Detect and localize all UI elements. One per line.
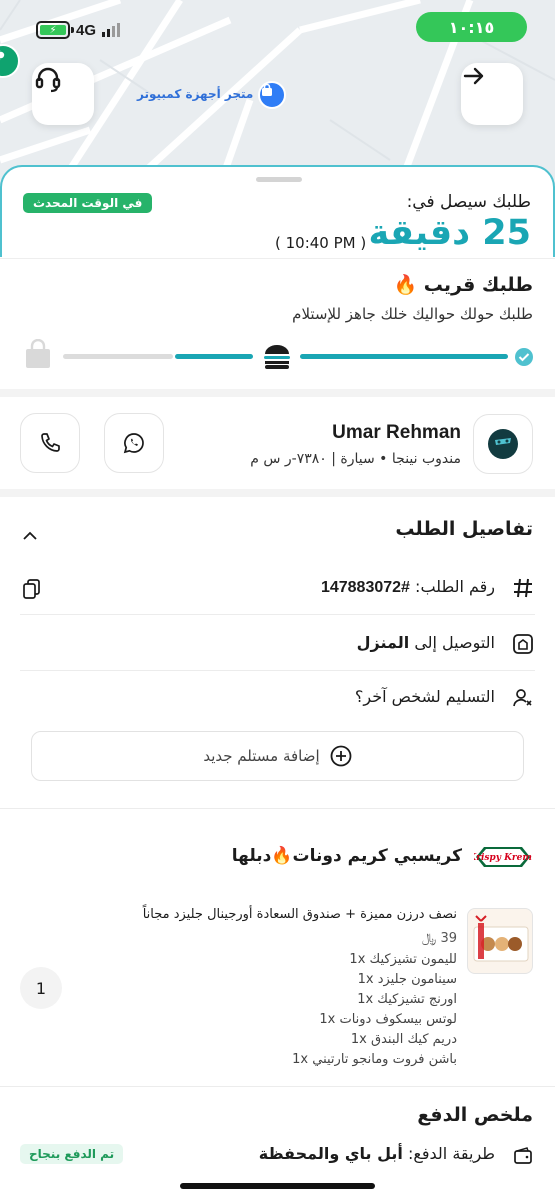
driver-avatar [473, 414, 533, 474]
map-store-label: متجر أجهزة كمبيوتر [137, 87, 254, 101]
section-divider [0, 808, 555, 809]
eta-card: طلبك سيصل في: 25 دقيقة ( 10:40 PM ) في ا… [0, 165, 555, 257]
eta-minutes: 25 دقيقة [368, 213, 532, 253]
person-swap-icon [511, 686, 535, 710]
progress-description: طلبك حولك حواليك خلك جاهز للإستلام [292, 305, 533, 323]
item-addon: دريم كيك البندق 1x [350, 1032, 457, 1047]
sheet-handle[interactable] [256, 177, 302, 182]
progress-track-pending [63, 354, 173, 359]
delivery-target: المنزل [356, 633, 410, 652]
store-pin-icon[interactable] [258, 81, 286, 109]
eta-subtitle: طلبك سيصل في: [406, 192, 531, 212]
payment-method-label: طريقة الدفع: [407, 1144, 495, 1163]
add-recipient-button[interactable]: إضافة مستلم جديد [31, 731, 524, 781]
row-divider [20, 670, 535, 671]
hash-icon [511, 576, 535, 600]
battery-icon: ⚡ [36, 21, 74, 39]
wallet-icon [511, 1144, 535, 1168]
order-progress-section: طلبك قريب 🔥 طلبك حولك حواليك خلك جاهز لل… [0, 258, 555, 388]
order-number-row: رقم الطلب: #147883072 [321, 577, 495, 597]
order-number: #147883072 [320, 579, 410, 596]
item-addon: اورنج تشيزكيك 1x [357, 992, 457, 1007]
delivery-label: التوصيل إلى [414, 633, 495, 652]
item-addon: سينامون جليزد 1x [357, 972, 457, 987]
section-divider [0, 1086, 555, 1087]
payment-summary-title: ملخص الدفع [417, 1104, 533, 1126]
restaurant-name: كريسبي كريم دونات🔥دبلها [231, 846, 462, 866]
item-image [467, 908, 533, 974]
shopping-bag-icon [26, 339, 50, 368]
copy-icon [23, 579, 40, 599]
burger-icon [264, 345, 290, 369]
chevron-up-icon[interactable] [22, 530, 38, 542]
status-time: ١٠:١٥ [416, 12, 527, 42]
check-circle-icon [515, 348, 533, 366]
item-addon: باشن فروت ومانجو تارتيني 1x [292, 1052, 457, 1067]
eta-clock: ( 10:40 PM ) [275, 234, 367, 252]
copy-button[interactable] [22, 578, 42, 604]
ninja-logo-icon [488, 429, 518, 459]
payment-method: أبل باي والمحفظة [258, 1144, 403, 1163]
payment-status-badge: تم الدفع بنجاح [20, 1144, 124, 1164]
home-indicator[interactable] [180, 1183, 375, 1189]
status-bar-left: ⚡ 4G [36, 21, 121, 39]
progress-title: طلبك قريب 🔥 [393, 274, 534, 296]
logo-text: Krispy Kreme [474, 853, 532, 863]
plus-circle-icon [330, 745, 352, 767]
section-separator [0, 489, 555, 497]
row-divider [20, 614, 535, 615]
headset-icon [35, 67, 61, 93]
support-button[interactable] [32, 63, 94, 125]
driver-info: مندوب نينجا • سيارة | ٧٣٨٠-ر س م [250, 451, 461, 467]
whatsapp-button[interactable] [104, 413, 164, 473]
live-status-badge: في الوقت المحدث [23, 193, 153, 213]
phone-icon [41, 433, 60, 452]
delivery-row: التوصيل إلى المنزل [357, 633, 495, 652]
item-quantity: 1 [20, 967, 62, 1009]
krispy-kreme-logo: Krispy Kreme [474, 847, 532, 867]
item-title: نصف درزن مميزة + صندوق السعادة أورجينال … [142, 907, 457, 922]
network-label: 4G [76, 21, 97, 39]
item-addon: لوتس بيسكوف دونات 1x [319, 1012, 457, 1027]
item-addon: لليمون تشيزكيك 1x [349, 952, 457, 967]
whatsapp-icon [123, 433, 144, 454]
progress-track-done [300, 354, 508, 359]
signal-icon [102, 23, 121, 37]
payment-method-row: طريقة الدفع: أبل باي والمحفظة [259, 1144, 495, 1163]
back-button[interactable] [461, 63, 523, 125]
restaurant-logo: Krispy Kreme [473, 842, 533, 872]
other-person-label: التسليم لشخص آخر؟ [354, 687, 495, 706]
order-number-label: رقم الطلب: [415, 577, 495, 596]
order-details-title: تفاصيل الطلب [395, 518, 533, 540]
progress-track-active [175, 354, 253, 359]
arrow-right-icon [463, 67, 484, 85]
item-price: 39 ﷼ [421, 931, 457, 946]
home-icon [511, 632, 535, 656]
driver-name: Umar Rehman [332, 422, 461, 443]
map-view[interactable]: ⚡ 4G ١٠:١٥ متجر أجهزة كمبيوتر [0, 0, 555, 185]
call-button[interactable] [20, 413, 80, 473]
section-separator [0, 389, 555, 397]
add-recipient-label: إضافة مستلم جديد [203, 747, 320, 765]
